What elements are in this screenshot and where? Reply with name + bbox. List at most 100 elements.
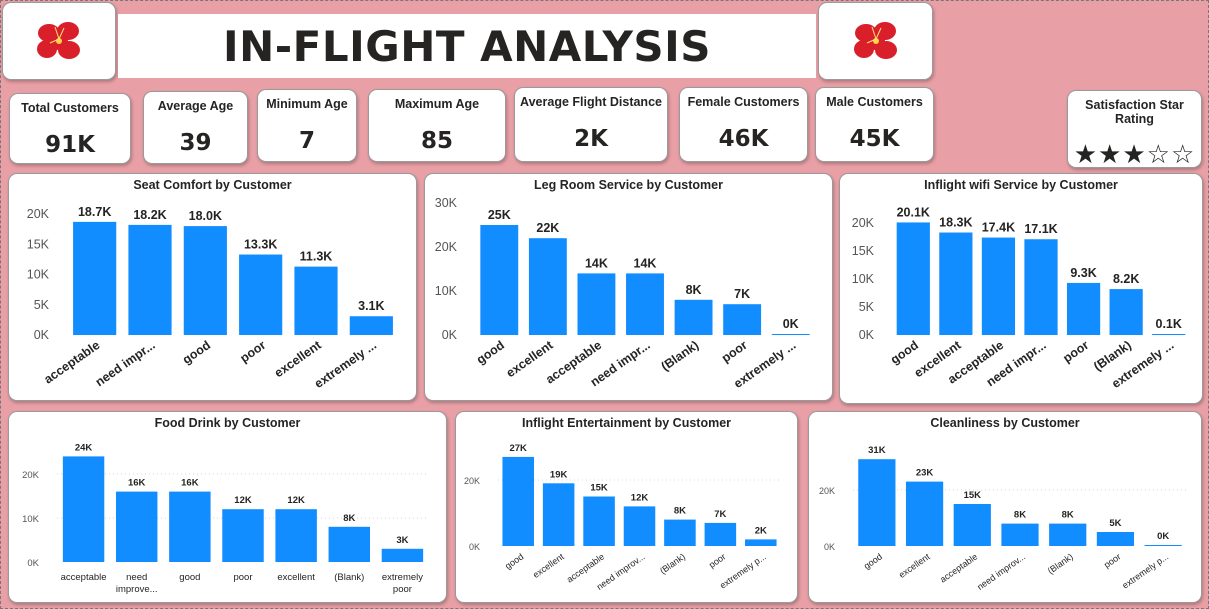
bar-chart-seat-comfort: 0K5K10K15K20K 18.7Kacceptable18.2Kneed im… [27, 205, 393, 391]
kpi-average-flight-distance[interactable]: Average Flight Distance 2K [514, 87, 668, 162]
data-label: 23K [916, 468, 934, 479]
x-tick-label: acceptable [61, 572, 107, 583]
x-tick-label: extremely ... [312, 338, 379, 391]
bar [723, 304, 762, 335]
data-label: 3.1K [358, 299, 384, 313]
kpi-label: Total Customers [21, 101, 119, 115]
satisfaction-star-rating[interactable]: Satisfaction Star Rating ★★★☆☆ [1067, 90, 1202, 169]
kpi-label: Average Flight Distance [520, 95, 662, 109]
data-label: 8.2K [1113, 272, 1139, 286]
chart-leg-room-service[interactable]: Leg Room Service by Customer 0K 10K 20K 30K… [424, 173, 833, 401]
data-label: 0K [1157, 531, 1169, 542]
data-label: 24K [75, 442, 93, 453]
x-tick-label: excellent [272, 338, 325, 381]
bar [1152, 334, 1186, 335]
bar [169, 491, 211, 562]
data-label: 19K [550, 469, 568, 480]
data-label: 17.1K [1024, 222, 1057, 236]
bar [502, 456, 534, 546]
x-tick-label: improve... [116, 584, 158, 595]
bar [62, 456, 105, 562]
data-label: 25K [488, 208, 511, 222]
data-label: 11.3K [300, 250, 333, 264]
flower-logo-icon [37, 22, 80, 59]
kpi-female-customers[interactable]: Female Customers 46K [679, 87, 808, 162]
bar [542, 483, 575, 546]
y-tick-label: 15K [852, 244, 875, 258]
rating-label: Satisfaction Star Rating [1085, 98, 1184, 126]
page-title: IN-FLIGHT ANALYSIS [222, 21, 712, 71]
bar-chart-inflight-wifi: 0K5K10K15K20K20.1Kgood18.3Kexcellent17.4… [852, 205, 1186, 391]
data-label: 7K [734, 287, 750, 301]
bar-chart-leg-room: 0K10K20K30K25Kgood22Kexcellent14Kaccepta… [435, 196, 810, 391]
bar [239, 254, 283, 335]
y-tick-label: 20K [852, 216, 875, 230]
bar-chart-food-drink: 0K 10K 20K 24K acceptable 16K needimprove... 16… [22, 442, 429, 595]
data-label: 3K [396, 535, 408, 546]
chart-inflight-wifi-service[interactable]: Inflight wifi Service by Customer 0K 5K 10… [839, 173, 1203, 404]
kpi-total-customers[interactable]: Total Customers 91K [9, 93, 131, 164]
star-rating-icon: ★★★☆☆ [1073, 139, 1196, 169]
x-tick-label: good [179, 572, 200, 583]
y-tick-label: 20K [819, 486, 835, 496]
x-tick-label: (Blank) [334, 572, 364, 583]
x-tick-label: good [474, 338, 507, 367]
data-label: 12K [234, 495, 252, 506]
data-label: 20.1K [897, 205, 930, 219]
y-tick-label: 0K [34, 328, 50, 342]
x-tick-label: need [126, 572, 147, 583]
x-tick-label: (Blank) [1046, 551, 1075, 576]
bar [73, 221, 117, 335]
kpi-value: 45K [849, 126, 900, 152]
flower-logo-icon [853, 22, 897, 59]
bar [981, 237, 1016, 335]
data-label: 18.7K [78, 205, 111, 219]
y-tick-label: 20K [27, 207, 50, 221]
data-label: 0K [783, 317, 799, 331]
bar [1096, 532, 1135, 546]
x-tick-label: poor [233, 572, 252, 583]
y-tick-label: 20K [22, 470, 40, 481]
bar [349, 316, 393, 335]
x-tick-label: poor [707, 551, 727, 570]
data-label: 5K [1109, 518, 1121, 529]
data-label: 13.3K [244, 238, 277, 252]
kpi-label: Female Customers [687, 95, 800, 109]
kpi-average-age[interactable]: Average Age 39 [143, 91, 248, 164]
x-tick-label: excellent [897, 551, 932, 580]
bar [222, 509, 264, 562]
data-label: 8K [1014, 510, 1026, 521]
kpi-label: Maximum Age [394, 97, 480, 111]
bar [275, 509, 317, 562]
data-label: 9.3K [1070, 266, 1096, 280]
kpi-minimum-age[interactable]: Minimum Age 7 [257, 89, 357, 162]
bar [939, 232, 973, 335]
bar [896, 222, 930, 335]
data-label: 17.4K [982, 221, 1015, 235]
bar [704, 522, 737, 546]
y-tick-label: 0K [824, 542, 835, 552]
logo-right [818, 2, 933, 80]
chart-food-drink[interactable]: Food Drink by Customer 0K 10K 20K 24K accept… [8, 411, 447, 603]
y-tick-label: 5K [859, 300, 875, 314]
bar [623, 506, 656, 546]
y-tick-label: 10K [852, 272, 875, 286]
x-tick-label: poor [393, 584, 412, 595]
chart-cleanliness[interactable]: Cleanliness by Customer 0K 20K 31K good 23K e… [808, 411, 1202, 603]
kpi-maximum-age[interactable]: Maximum Age 85 [368, 89, 506, 162]
x-tick-label: acceptable [938, 551, 979, 584]
bar [953, 504, 991, 546]
bar [381, 548, 424, 562]
chart-seat-comfort[interactable]: Seat Comfort by Customer 0K 5K 10K 15K 20K 18… [8, 173, 417, 401]
y-tick-label: 30K [435, 196, 458, 210]
data-label: 14K [585, 256, 608, 270]
x-tick-label: excellent [277, 572, 315, 583]
bar [905, 481, 944, 546]
kpi-male-customers[interactable]: Male Customers 45K [815, 87, 934, 162]
data-label: 8K [1062, 510, 1074, 521]
kpi-value: 2K [574, 126, 608, 152]
bar [626, 273, 664, 335]
chart-inflight-entertainment[interactable]: Inflight Entertainment by Customer 0K 20K… [455, 411, 798, 603]
x-tick-label: (Blank) [658, 551, 687, 576]
y-tick-label: 20K [464, 476, 480, 486]
